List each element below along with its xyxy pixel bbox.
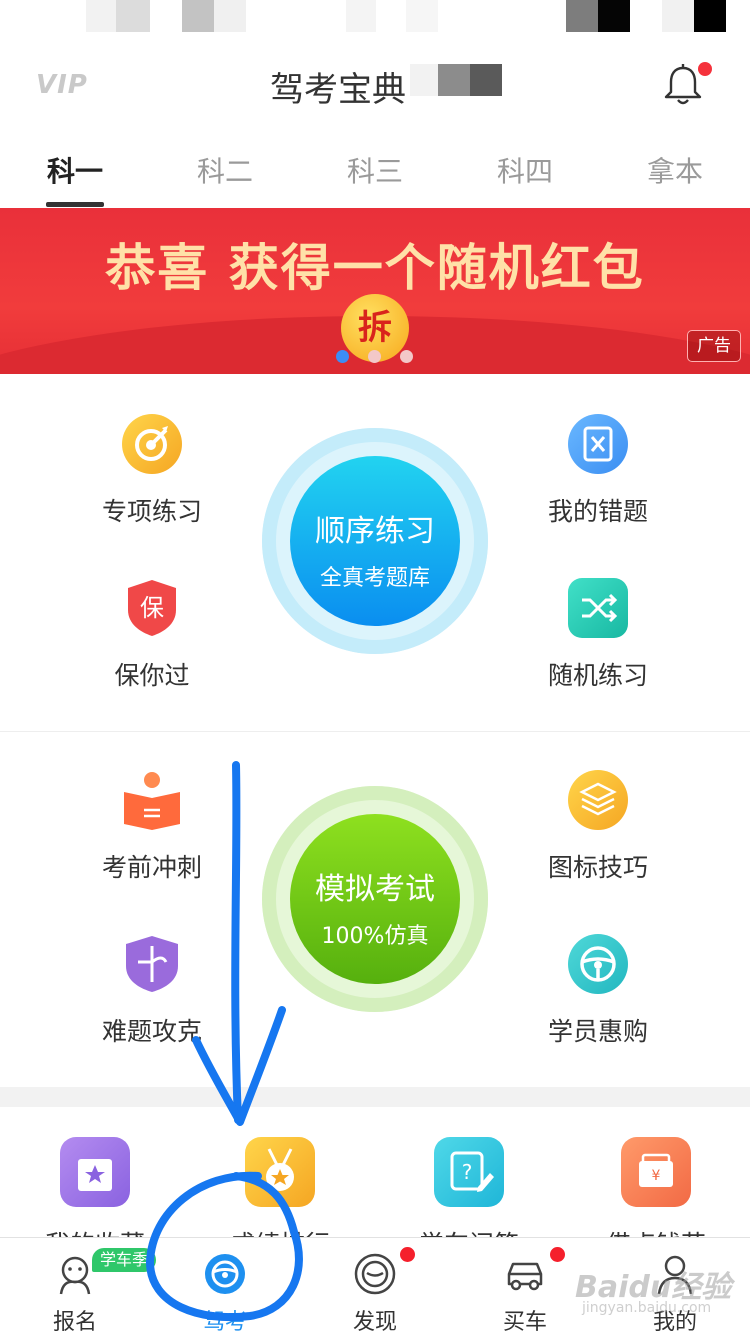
wrong-questions-icon: [568, 414, 628, 474]
layers-icon: [568, 770, 628, 830]
sequential-practice-button[interactable]: 顺序练习 全真考题库: [262, 428, 488, 654]
feature-label: 保你过: [114, 661, 190, 690]
sequential-practice-subtitle: 全真考题库: [319, 566, 430, 591]
tabbar-label: 报名: [52, 1310, 97, 1335]
banner-text: 恭喜 获得一个随机红包: [105, 239, 645, 297]
tabbar-label: 发现: [352, 1310, 397, 1335]
qa-icon: ?: [434, 1137, 504, 1207]
section-divider: [0, 1087, 750, 1107]
app-title: 驾考宝典: [270, 70, 406, 110]
vip-button[interactable]: VIP: [36, 70, 88, 100]
mock-exam-button[interactable]: 模拟考试 100%仿真: [262, 786, 488, 1012]
shield-icon: 保: [122, 578, 182, 638]
sequential-practice-core: 顺序练习 全真考题库: [290, 456, 460, 626]
feature-label: 随机练习: [547, 661, 648, 690]
feature-student-discount[interactable]: 学员惠购: [513, 934, 683, 1048]
promo-banner[interactable]: 恭喜 获得一个随机红包 拆 广告: [0, 208, 750, 374]
tool-label: 成绩排行: [185, 1225, 375, 1237]
feature-label: 难题攻克: [101, 1017, 202, 1046]
status-pixel: [406, 0, 438, 32]
status-pixel: [598, 0, 630, 32]
ad-badge: 广告: [687, 330, 741, 362]
tabbar-driving-test[interactable]: 驾考: [150, 1252, 300, 1336]
svg-text:?: ?: [462, 1160, 473, 1184]
exam-section: 考前冲刺 难题攻克 模拟考试 100%仿真 图标技巧 学员惠购: [0, 731, 750, 1088]
tab-ke-er[interactable]: 科二: [150, 150, 300, 190]
mock-exam-core: 模拟考试 100%仿真: [290, 814, 460, 984]
feature-label: 我的错题: [547, 497, 648, 526]
tab-ke-yi[interactable]: 科一: [0, 150, 150, 190]
feature-random-practice[interactable]: 随机练习: [513, 578, 683, 692]
tabbar-discover[interactable]: 发现: [300, 1252, 450, 1336]
tabbar-label: 驾考: [202, 1310, 247, 1335]
puzzle-shield-icon: [122, 934, 182, 994]
tools-section: 我的收藏 成绩排行 ? 学车问答 ¥ 借点钱花: [0, 1107, 750, 1237]
active-tab-indicator: [46, 202, 104, 207]
tool-my-favorites[interactable]: 我的收藏: [0, 1137, 190, 1237]
tool-score-ranking[interactable]: 成绩排行: [185, 1137, 375, 1237]
book-icon: [122, 770, 182, 830]
steering-wheel-icon: [568, 934, 628, 994]
wallet-icon: ¥: [621, 1137, 691, 1207]
practice-section: 专项练习 保 保你过 顺序练习 全真考题库 我的错题 随机练习: [0, 374, 750, 730]
feature-sign-tips[interactable]: 图标技巧: [513, 770, 683, 884]
title-pixel: [438, 64, 470, 96]
feature-my-mistakes[interactable]: 我的错题: [513, 414, 683, 528]
title-pixel: [410, 64, 438, 96]
title-pixel: [470, 64, 502, 96]
buy-car-badge-dot: [550, 1247, 565, 1262]
feature-label: 考前冲刺: [101, 853, 202, 882]
feature-label: 学员惠购: [547, 1017, 648, 1046]
medal-icon: [245, 1137, 315, 1207]
tool-borrow-money[interactable]: ¥ 借点钱花: [561, 1137, 750, 1237]
status-pixel: [662, 0, 694, 32]
status-pixel: [694, 0, 726, 32]
tool-label: 我的收藏: [0, 1225, 190, 1237]
carousel-dot[interactable]: [400, 350, 413, 363]
status-pixel: [566, 0, 598, 32]
shield-glyph: 保: [140, 594, 164, 622]
status-pixel: [214, 0, 246, 32]
car-icon: [503, 1252, 547, 1296]
subject-tabs: 科一 科二 科三 科四 拿本: [0, 128, 750, 208]
notification-dot: [698, 62, 712, 76]
discover-badge-dot: [400, 1247, 415, 1262]
shuffle-icon: [568, 578, 628, 638]
tab-ke-si[interactable]: 科四: [450, 150, 600, 190]
tool-label: 借点钱花: [561, 1225, 750, 1237]
season-badge: 学车季: [92, 1248, 157, 1272]
status-pixel: [86, 0, 116, 32]
status-pixel: [116, 0, 150, 32]
tabbar-label: 买车: [502, 1310, 547, 1335]
watermark-url: jingyan.baidu.com: [582, 1300, 712, 1316]
target-icon: [122, 414, 182, 474]
feature-label: 专项练习: [101, 497, 202, 526]
carousel-dot[interactable]: [336, 350, 349, 363]
feature-label: 图标技巧: [547, 853, 648, 882]
tab-ke-san[interactable]: 科三: [300, 150, 450, 190]
discover-icon: [353, 1252, 397, 1296]
carousel-dot[interactable]: [368, 350, 381, 363]
mock-exam-title: 模拟考试: [315, 872, 435, 907]
tab-na-ben[interactable]: 拿本: [600, 150, 750, 190]
svg-text:¥: ¥: [652, 1168, 661, 1184]
tool-qa[interactable]: ? 学车问答: [374, 1137, 564, 1237]
mock-exam-subtitle: 100%仿真: [321, 924, 429, 949]
status-pixel: [182, 0, 214, 32]
sequential-practice-title: 顺序练习: [315, 514, 435, 549]
feature-pass-guarantee[interactable]: 保 保你过: [67, 578, 237, 692]
status-pixel: [346, 0, 376, 32]
app-header: VIP 驾考宝典: [0, 40, 750, 129]
status-bar: [0, 0, 750, 40]
steering-wheel-icon: [203, 1252, 247, 1296]
signup-icon: [53, 1252, 97, 1296]
feature-special-practice[interactable]: 专项练习: [67, 414, 237, 528]
feature-pre-exam-sprint[interactable]: 考前冲刺: [67, 770, 237, 884]
tool-label: 学车问答: [374, 1225, 564, 1237]
feature-hard-questions[interactable]: 难题攻克: [67, 934, 237, 1048]
favorites-icon: [60, 1137, 130, 1207]
